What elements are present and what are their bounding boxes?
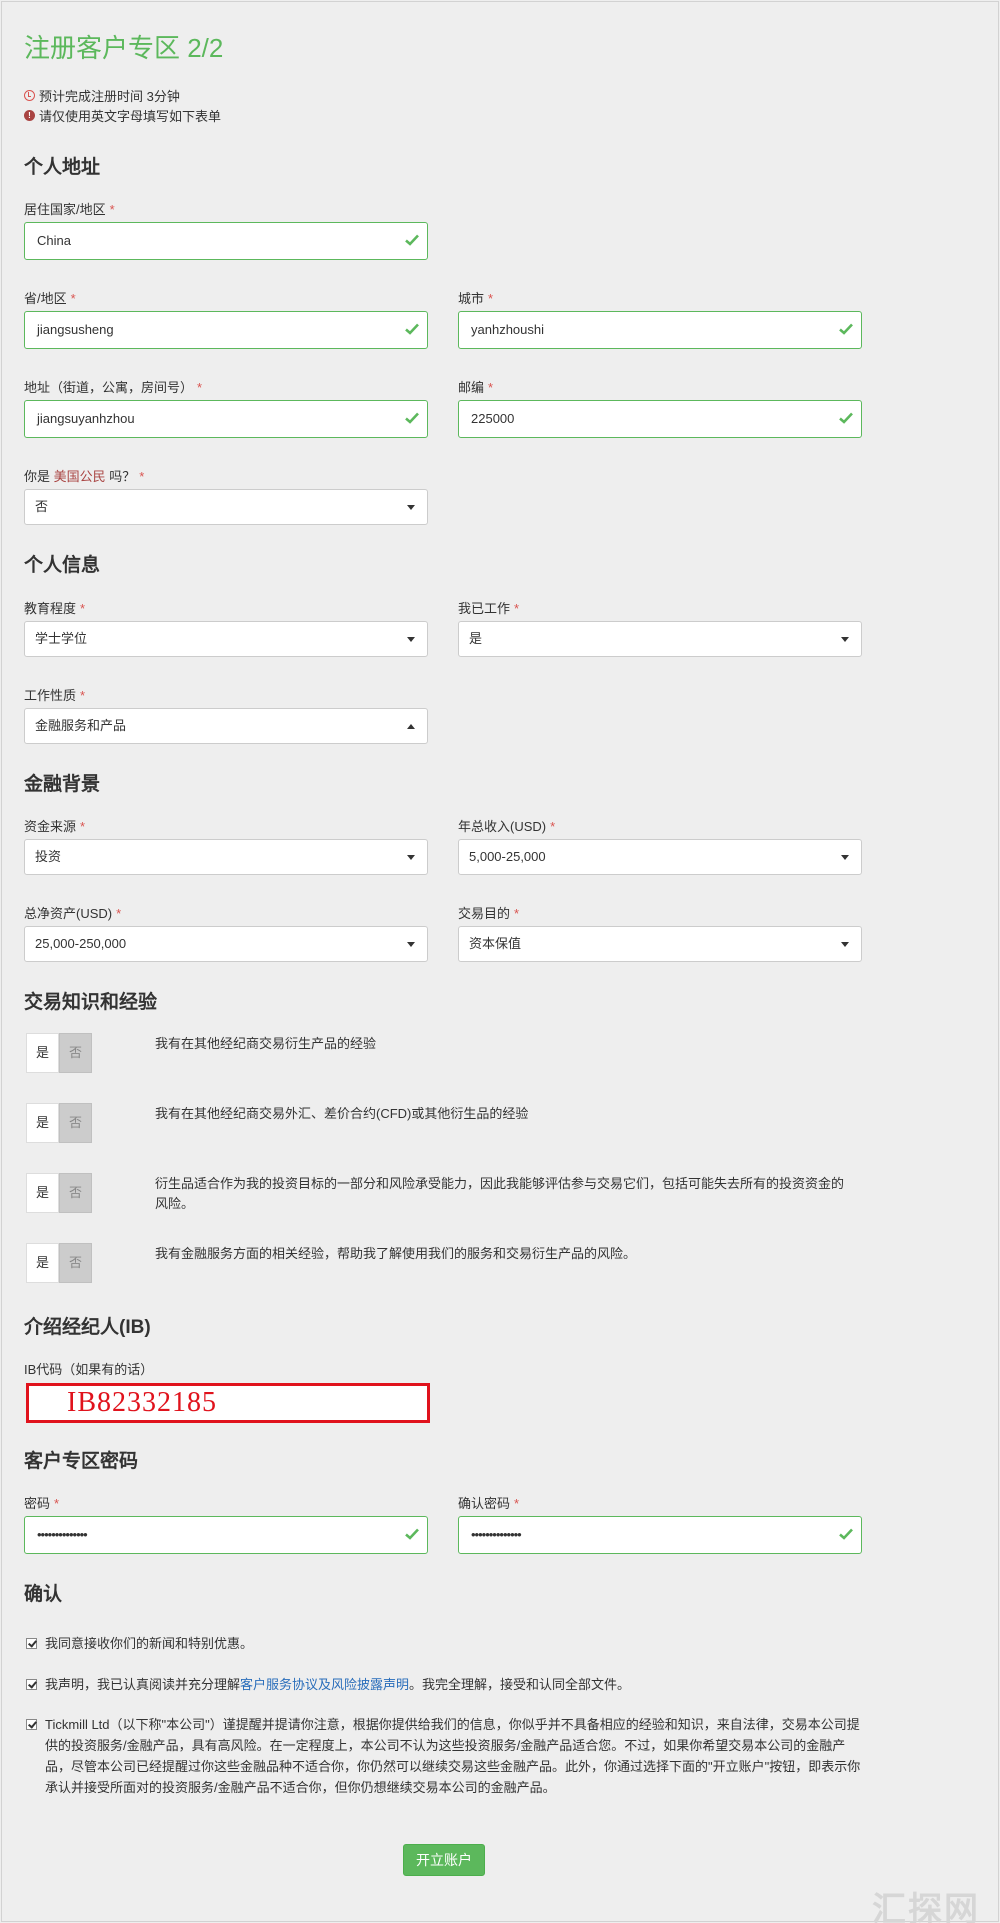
chevron-down-icon <box>841 855 849 860</box>
check-icon <box>839 1528 853 1540</box>
education-label: 教育程度 * <box>24 601 86 616</box>
section-title-personal-info: 个人信息 <box>24 555 101 576</box>
income-select[interactable]: 5,000-25,000 <box>458 839 862 875</box>
experience-text-1: 我有在其他经纪商交易衍生产品的经验 <box>155 1036 377 1051</box>
checkbox-newsletter-label: 我同意接收你们的新闻和特别优惠。 <box>45 1636 254 1651</box>
section-title-financial: 金融背景 <box>24 774 101 795</box>
section-title-confirm: 确认 <box>24 1584 63 1605</box>
no-option[interactable]: 否 <box>59 1033 92 1073</box>
checkbox-risk-acknowledgement[interactable] <box>26 1719 37 1730</box>
check-icon <box>405 1528 419 1540</box>
checkbox-newsletter[interactable] <box>26 1638 37 1649</box>
zip-field[interactable]: 225000 <box>458 400 862 438</box>
password-field[interactable]: •••••••••••••• <box>24 1516 428 1554</box>
confirm-password-field[interactable]: •••••••••••••• <box>458 1516 862 1554</box>
chevron-down-icon <box>407 942 415 947</box>
time-note-text: 预计完成注册时间 3分钟 <box>39 89 180 104</box>
ib-code-label: IB代码（如果有的话） <box>24 1362 154 1377</box>
checkbox-agreement[interactable] <box>26 1679 37 1690</box>
chevron-down-icon <box>841 637 849 642</box>
no-option[interactable]: 否 <box>59 1243 92 1283</box>
chevron-down-icon <box>407 637 415 642</box>
purpose-label: 交易目的 * <box>458 906 520 921</box>
ib-code-input[interactable]: IB82332185 <box>26 1383 430 1423</box>
experience-text-4: 我有金融服务方面的相关经验，帮助我了解使用我们的服务和交易衍生产品的风险。 <box>155 1246 637 1261</box>
experience-toggle-1[interactable]: 是 否 <box>26 1033 92 1073</box>
employed-select[interactable]: 是 <box>458 621 862 657</box>
experience-text-3: 衍生品适合作为我的投资目标的一部分和风险承受能力，因此我能够评估参与交易它们，包… <box>155 1176 845 1211</box>
job-select[interactable]: 金融服务和产品 <box>24 708 428 744</box>
chevron-down-icon <box>407 855 415 860</box>
province-label: 省/地区 * <box>24 291 76 306</box>
experience-toggle-2[interactable]: 是 否 <box>26 1103 92 1143</box>
check-icon <box>405 323 419 335</box>
experience-text-2: 我有在其他经纪商交易外汇、差价合约(CFD)或其他衍生品的经验 <box>155 1106 529 1121</box>
agreement-link[interactable]: 客户服务协议及风险披露声明 <box>240 1677 409 1692</box>
source-select[interactable]: 投资 <box>24 839 428 875</box>
source-label: 资金来源 * <box>24 819 86 834</box>
city-field[interactable]: yanhzhoushi <box>458 311 862 349</box>
open-account-button[interactable]: 开立账户 <box>403 1844 485 1876</box>
check-icon <box>839 323 853 335</box>
check-icon <box>405 234 419 246</box>
check-icon <box>839 412 853 424</box>
experience-toggle-3[interactable]: 是 否 <box>26 1173 92 1213</box>
street-field[interactable]: jiangsuyanhzhou <box>24 400 428 438</box>
education-select[interactable]: 学士学位 <box>24 621 428 657</box>
time-note: 预计完成注册时间 3分钟 <box>24 86 180 105</box>
province-field[interactable]: jiangsusheng <box>24 311 428 349</box>
check-icon <box>405 412 419 424</box>
chevron-down-icon <box>407 505 415 510</box>
section-title-address: 个人地址 <box>24 157 101 178</box>
checkbox-risk-label: Tickmill Ltd（以下称"本公司"）谨提醒并提请你注意，根据你提供给我们… <box>45 1717 861 1795</box>
networth-label: 总净资产(USD) * <box>24 906 122 921</box>
zip-label: 邮编 * <box>458 380 494 395</box>
password-label: 密码 * <box>24 1496 60 1511</box>
purpose-select[interactable]: 资本保值 <box>458 926 862 962</box>
section-title-experience: 交易知识和经验 <box>24 992 158 1013</box>
no-option[interactable]: 否 <box>59 1103 92 1143</box>
country-field[interactable]: China <box>24 222 428 260</box>
page-title: 注册客户专区 2/2 <box>24 33 224 63</box>
yes-option[interactable]: 是 <box>26 1103 59 1143</box>
exclamation-icon: ! <box>24 110 35 121</box>
yes-option[interactable]: 是 <box>26 1243 59 1283</box>
country-label: 居住国家/地区 * <box>24 202 115 217</box>
us-citizen-select[interactable]: 否 <box>24 489 428 525</box>
yes-option[interactable]: 是 <box>26 1033 59 1073</box>
us-citizen-label: 你是 美国公民 吗？ * <box>24 469 145 484</box>
employed-label: 我已工作 * <box>458 601 520 616</box>
language-note-text: 请仅使用英文字母填写如下表单 <box>39 109 222 124</box>
city-label: 城市 * <box>458 291 494 306</box>
networth-select[interactable]: 25,000-250,000 <box>24 926 428 962</box>
watermark-logo: 汇探网 <box>872 1891 980 1923</box>
yes-option[interactable]: 是 <box>26 1173 59 1213</box>
no-option[interactable]: 否 <box>59 1173 92 1213</box>
clock-icon <box>24 90 35 101</box>
experience-toggle-4[interactable]: 是 否 <box>26 1243 92 1283</box>
section-title-password: 客户专区密码 <box>24 1451 139 1472</box>
registration-page: 注册客户专区 2/2 预计完成注册时间 3分钟 ! 请仅使用英文字母填写如下表单… <box>1 1 999 1923</box>
checkbox-agreement-label: 我声明，我已认真阅读并充分理解客户服务协议及风险披露声明。我完全理解，接受和认同… <box>45 1677 631 1692</box>
us-citizen-link[interactable]: 美国公民 <box>54 469 106 484</box>
street-label: 地址（街道，公寓，房间号） * <box>24 380 203 395</box>
confirm-password-label: 确认密码 * <box>458 1496 520 1511</box>
chevron-down-icon <box>841 942 849 947</box>
income-label: 年总收入(USD) * <box>458 819 556 834</box>
chevron-up-icon <box>407 724 415 729</box>
section-title-ib: 介绍经纪人(IB) <box>24 1317 151 1338</box>
language-note: ! 请仅使用英文字母填写如下表单 <box>24 106 221 125</box>
job-label: 工作性质 * <box>24 688 86 703</box>
